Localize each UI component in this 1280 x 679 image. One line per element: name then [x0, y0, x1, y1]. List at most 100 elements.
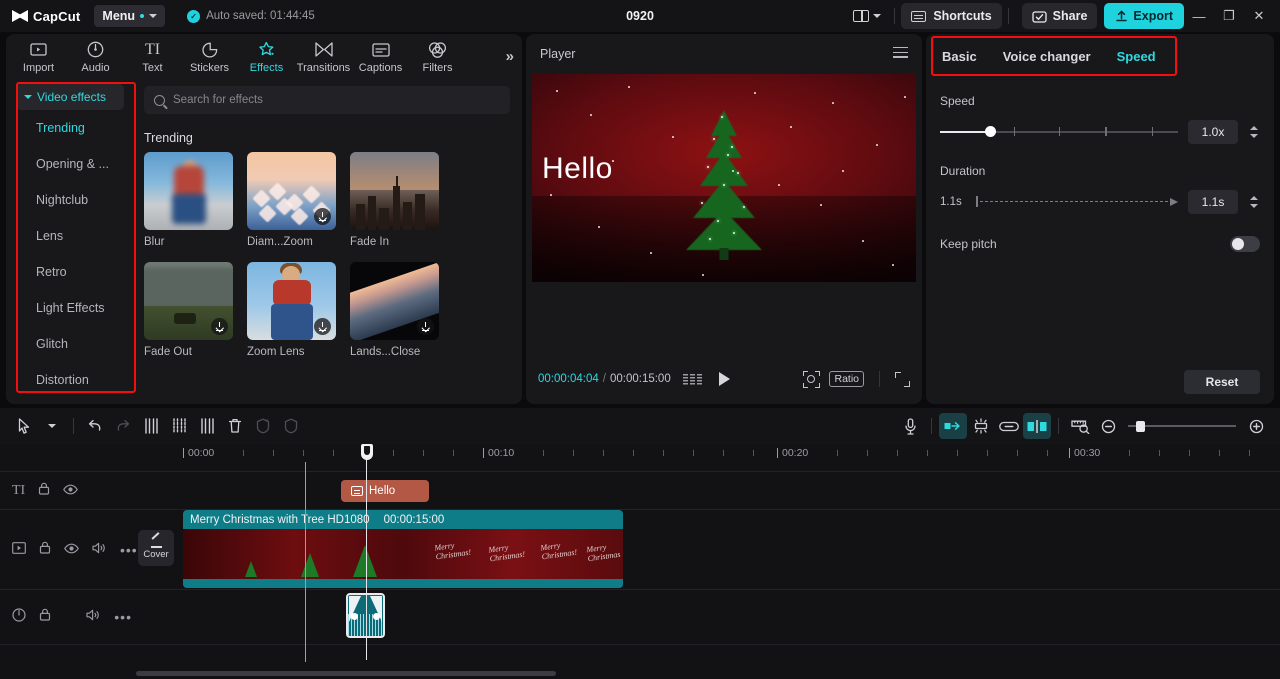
- download-badge[interactable]: [417, 318, 434, 335]
- play-button[interactable]: [718, 372, 730, 386]
- stabilize-button[interactable]: [277, 413, 305, 439]
- timeline-horizontal-scrollbar[interactable]: [136, 671, 556, 676]
- effect-card-landscape-close[interactable]: Lands...Close: [350, 262, 439, 358]
- tab-basic[interactable]: Basic: [942, 49, 977, 64]
- zoom-out-button[interactable]: [1094, 413, 1122, 439]
- maximize-button[interactable]: ❐: [1214, 0, 1244, 32]
- timeline-ruler[interactable]: 00:00 00:10 00:20 00:30: [0, 444, 1280, 466]
- tab-transitions[interactable]: Transitions: [295, 35, 352, 79]
- category-item-nightclub[interactable]: Nightclub: [6, 182, 134, 218]
- category-item-retro[interactable]: Retro: [6, 254, 134, 290]
- timeline-video-clip[interactable]: Merry Christmas with Tree HD1080 00:00:1…: [183, 510, 623, 588]
- cover-button[interactable]: Cover: [138, 530, 174, 566]
- snap-toggle-button[interactable]: [1023, 413, 1051, 439]
- player-menu-icon[interactable]: [893, 46, 908, 62]
- download-badge[interactable]: [211, 318, 228, 335]
- lock-icon[interactable]: [38, 482, 50, 500]
- redo-button[interactable]: [109, 413, 137, 439]
- category-header-video-effects[interactable]: Video effects: [16, 84, 124, 110]
- category-item-distortion[interactable]: Distortion: [6, 362, 134, 398]
- import-icon: [30, 40, 47, 59]
- player-preview[interactable]: Hello: [532, 74, 916, 282]
- tab-voice-changer[interactable]: Voice changer: [1003, 49, 1091, 64]
- timeline-zoom-slider[interactable]: [1128, 419, 1236, 433]
- frames-icon[interactable]: [682, 373, 702, 385]
- effect-card-fade-out[interactable]: Fade Out: [144, 262, 233, 358]
- duration-value-input[interactable]: 1.1s: [1188, 190, 1238, 214]
- player-title: Player: [540, 47, 576, 61]
- lock-icon[interactable]: [39, 541, 51, 559]
- speed-stepper[interactable]: [1248, 126, 1260, 138]
- video-clip-duration: 00:00:15:00: [383, 513, 445, 526]
- category-item-light-effects[interactable]: Light Effects: [6, 290, 134, 326]
- mirror-button[interactable]: [249, 413, 277, 439]
- category-item-lens[interactable]: Lens: [6, 218, 134, 254]
- select-tool-button[interactable]: [10, 413, 38, 439]
- properties-tabs: Basic Voice changer Speed: [926, 34, 1274, 78]
- tab-filters[interactable]: Filters: [409, 35, 466, 79]
- split-button[interactable]: [137, 413, 165, 439]
- effect-card-blur[interactable]: Blur: [144, 152, 233, 248]
- link-clips-button[interactable]: [995, 413, 1023, 439]
- more-options-icon[interactable]: •••: [114, 609, 132, 625]
- trim-left-button[interactable]: [165, 413, 193, 439]
- auto-cut-button[interactable]: [939, 413, 967, 439]
- tab-text[interactable]: TI Text: [124, 35, 181, 79]
- effect-card-fade-in[interactable]: Fade In: [350, 152, 439, 248]
- keep-pitch-toggle[interactable]: [1230, 236, 1260, 252]
- playhead-handle[interactable]: [360, 444, 373, 460]
- search-effects-input[interactable]: Search for effects: [144, 86, 510, 114]
- trim-right-button[interactable]: [193, 413, 221, 439]
- timeline-text-clip[interactable]: Hello: [341, 480, 429, 502]
- auto-enhance-button[interactable]: [967, 413, 995, 439]
- category-item-glitch[interactable]: Glitch: [6, 326, 134, 362]
- tab-stickers[interactable]: Stickers: [181, 35, 238, 79]
- category-item-opening[interactable]: Opening & ...: [6, 146, 134, 182]
- volume-icon[interactable]: [92, 541, 107, 559]
- volume-icon[interactable]: [86, 608, 101, 626]
- lock-icon[interactable]: [39, 608, 51, 626]
- zoom-in-button[interactable]: [1242, 413, 1270, 439]
- pencil-icon: [150, 537, 162, 548]
- visibility-icon[interactable]: [63, 482, 79, 500]
- timeline-playhead[interactable]: [360, 444, 373, 660]
- effect-card-diamond-zoom[interactable]: Diam...Zoom: [247, 152, 336, 248]
- download-badge[interactable]: [314, 208, 331, 225]
- filters-icon: [428, 40, 447, 59]
- tab-captions[interactable]: Captions: [352, 35, 409, 79]
- export-button[interactable]: Export: [1104, 3, 1184, 29]
- category-item-trending[interactable]: Trending: [6, 110, 134, 146]
- duration-stepper[interactable]: [1248, 196, 1260, 208]
- shortcuts-button[interactable]: Shortcuts: [901, 3, 1002, 29]
- record-voiceover-button[interactable]: [896, 413, 924, 439]
- reset-button[interactable]: Reset: [1184, 370, 1260, 394]
- share-button[interactable]: Share: [1021, 3, 1098, 29]
- delete-button[interactable]: [221, 413, 249, 439]
- undo-button[interactable]: [81, 413, 109, 439]
- minimize-button[interactable]: —: [1184, 0, 1214, 32]
- download-badge[interactable]: [314, 318, 331, 335]
- tab-import[interactable]: Import: [10, 35, 67, 79]
- tab-speed[interactable]: Speed: [1117, 49, 1156, 64]
- tab-effects[interactable]: Effects: [238, 35, 295, 79]
- timeline-preview-button[interactable]: [1066, 413, 1094, 439]
- effect-card-zoom-lens[interactable]: Zoom Lens: [247, 262, 336, 358]
- duration-track[interactable]: [976, 195, 1178, 209]
- menu-button[interactable]: Menu: [94, 5, 166, 27]
- more-tools-button[interactable]: »: [506, 48, 514, 65]
- visibility-icon[interactable]: [64, 541, 79, 559]
- speed-slider[interactable]: [940, 124, 1178, 140]
- zoom-fit-icon[interactable]: [803, 370, 821, 388]
- fade-out-knob[interactable]: [373, 613, 380, 620]
- select-tool-dropdown[interactable]: [38, 413, 66, 439]
- layout-button[interactable]: [846, 4, 888, 28]
- effects-icon: [258, 40, 276, 59]
- timeline-marker-line: [305, 462, 306, 662]
- tab-audio[interactable]: Audio: [67, 35, 124, 79]
- close-button[interactable]: ✕: [1244, 0, 1274, 32]
- speed-value-input[interactable]: 1.0x: [1188, 120, 1238, 144]
- fullscreen-icon[interactable]: [895, 371, 910, 387]
- ratio-button[interactable]: Ratio: [829, 371, 864, 387]
- fade-in-knob[interactable]: [351, 613, 358, 620]
- more-options-icon[interactable]: •••: [120, 542, 138, 558]
